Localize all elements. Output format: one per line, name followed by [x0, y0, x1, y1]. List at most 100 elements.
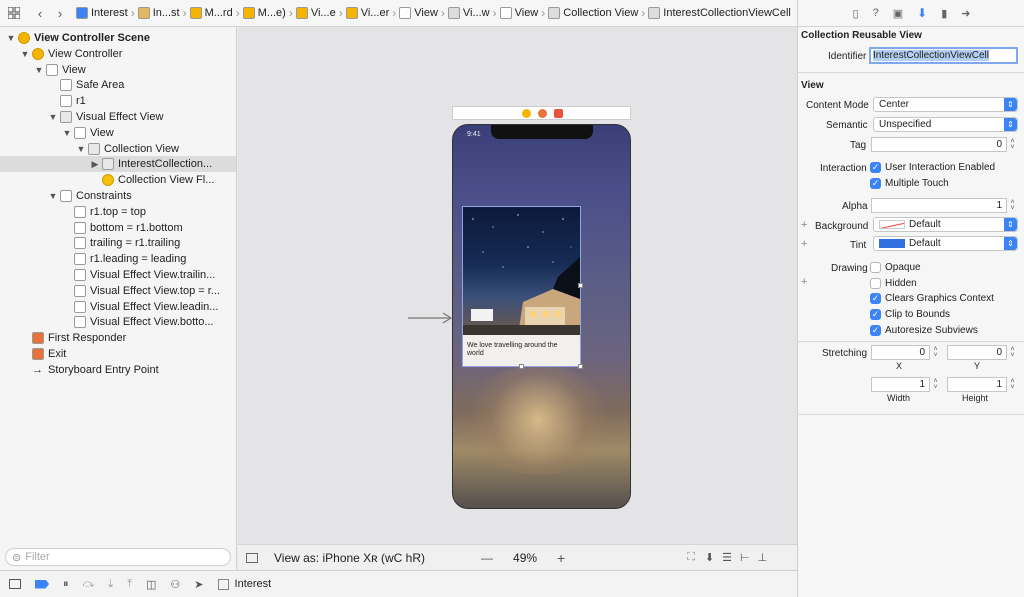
add-constraints-icon[interactable]: ⊥ — [758, 551, 768, 564]
outline-item[interactable]: ▼ View — [0, 125, 236, 141]
file-inspector-icon[interactable]: ▯ — [853, 7, 859, 20]
alpha-stepper[interactable]: ˄ ˅ — [1008, 198, 1017, 213]
stack-icon[interactable]: ☰ — [722, 551, 732, 564]
add-background-variation[interactable]: + — [801, 219, 807, 231]
content-mode-popup[interactable]: Center ⇕ — [873, 97, 1018, 112]
add-hidden-variation[interactable]: + — [801, 276, 807, 288]
outline-item[interactable]: Visual Effect View.top = r... — [0, 283, 236, 299]
outline-item[interactable]: ▼ View Controller — [0, 46, 236, 62]
stretch-height-field[interactable]: 1 — [947, 377, 1007, 392]
update-frames-icon[interactable]: ⛶ — [687, 551, 695, 564]
opaque-checkbox[interactable]: Opaque — [870, 262, 921, 273]
forward-arrow-icon[interactable]: › — [50, 3, 70, 23]
disclosure-triangle-icon[interactable]: ▼ — [62, 128, 72, 138]
outline-item[interactable]: ▼ Collection View — [0, 141, 236, 157]
breadcrumb-item[interactable]: In...st › — [137, 0, 190, 27]
outline-item[interactable]: ▼ Constraints — [0, 188, 236, 204]
hidden-checkbox[interactable]: Hidden — [870, 278, 917, 289]
device-config[interactable]: View as: iPhone Xʀ (wC hR) — [274, 551, 425, 565]
breadcrumb-item[interactable]: View › — [499, 0, 549, 27]
stretch-y-field[interactable]: 0 — [947, 345, 1007, 360]
breadcrumb-item[interactable]: Vi...e › — [295, 0, 346, 27]
stretch-x-stepper[interactable]: ˄ ˅ — [931, 345, 940, 360]
zoom-out-button[interactable]: — — [481, 551, 493, 565]
breadcrumb-item[interactable]: InterestCollectionViewCell — [648, 0, 791, 27]
embed-in-icon[interactable]: ⬇ — [705, 551, 714, 564]
outline-item[interactable]: Visual Effect View.botto... — [0, 314, 236, 330]
tint-popup[interactable]: Default ⇕ — [873, 236, 1018, 251]
disclosure-triangle-icon[interactable]: ▼ — [6, 33, 16, 43]
location-icon[interactable]: ➤ — [194, 578, 203, 591]
resize-handle[interactable] — [578, 364, 583, 369]
stretch-x-field[interactable]: 0 — [871, 345, 930, 360]
pause-icon[interactable]: ⏸ — [63, 578, 69, 591]
stretch-y-stepper[interactable]: ˄ ˅ — [1008, 345, 1017, 360]
step-in-icon[interactable]: ⤓ — [108, 578, 113, 591]
breadcrumb-item[interactable]: View › — [399, 0, 448, 27]
disclosure-triangle-icon[interactable]: ▼ — [20, 49, 30, 59]
breadcrumb-item[interactable]: Collection View › — [548, 0, 648, 27]
autoresize-checkbox[interactable]: ✓ Autoresize Subviews — [870, 325, 978, 336]
clip-to-bounds-checkbox[interactable]: ✓ Clip to Bounds — [870, 309, 950, 320]
disclosure-triangle-icon[interactable]: ▼ — [76, 144, 86, 154]
step-over-icon[interactable]: ⤼ — [83, 578, 95, 591]
outline-item[interactable]: Collection View Fl... — [0, 172, 236, 188]
breadcrumb-item[interactable]: Vi...w › — [447, 0, 500, 27]
first-responder-dock-icon[interactable] — [538, 109, 547, 118]
outline-item[interactable]: ▼ View Controller Scene — [0, 30, 236, 46]
size-inspector-icon[interactable]: ▮ — [941, 7, 947, 20]
zoom-in-button[interactable]: + — [557, 550, 565, 566]
stretch-width-stepper[interactable]: ˄ ˅ — [931, 377, 940, 392]
outline-item[interactable]: Safe Area — [0, 77, 236, 93]
tag-stepper[interactable]: ˄ ˅ — [1008, 137, 1017, 152]
outline-item[interactable]: r1 — [0, 93, 236, 109]
grid-icon[interactable] — [4, 3, 24, 23]
breadcrumb-item[interactable]: Vi...er › — [345, 0, 400, 27]
filter-field[interactable]: ⊜ Filter — [5, 548, 231, 566]
collection-view-cell[interactable]: We love travelling around the world — [462, 206, 581, 367]
resize-handle[interactable] — [519, 364, 524, 369]
outline-item[interactable]: → Storyboard Entry Point — [0, 362, 236, 378]
semantic-popup[interactable]: Unspecified ⇕ — [873, 117, 1018, 132]
disclosure-triangle-icon[interactable]: ▼ — [34, 65, 44, 75]
stretch-width-field[interactable]: 1 — [871, 377, 930, 392]
memory-graph-icon[interactable]: ⚇ — [170, 578, 180, 591]
breakpoint-icon[interactable] — [35, 579, 49, 589]
multiple-touch-checkbox[interactable]: ✓ Multiple Touch — [870, 178, 949, 189]
tag-field[interactable]: 0 — [871, 137, 1007, 152]
identity-inspector-icon[interactable]: ▣ — [893, 7, 903, 20]
disclosure-triangle-icon[interactable]: ▼ — [48, 191, 58, 201]
view-debugger-icon[interactable]: ◫ — [146, 578, 156, 591]
breadcrumb-item[interactable]: Interest › — [76, 0, 138, 27]
help-inspector-icon[interactable]: ? — [873, 7, 879, 19]
attributes-inspector-icon[interactable]: ⬇ — [917, 6, 927, 20]
back-arrow-icon[interactable]: ‹ — [30, 3, 50, 23]
hide-debug-icon[interactable] — [9, 579, 21, 589]
breadcrumb-item[interactable]: M...e) › — [242, 0, 296, 27]
align-icon[interactable]: ⊢ — [740, 551, 750, 564]
outline-item[interactable]: ▶ InterestCollection... — [0, 156, 236, 173]
outline-item[interactable]: Visual Effect View.leadin... — [0, 299, 236, 315]
resize-handle[interactable] — [578, 283, 583, 288]
user-interaction-checkbox[interactable]: ✓ User Interaction Enabled — [870, 162, 995, 173]
entry-point-arrow[interactable] — [408, 311, 454, 325]
identifier-field[interactable]: InterestCollectionViewCell — [869, 47, 1018, 64]
disclosure-triangle-icon[interactable]: ▶ — [90, 159, 100, 170]
outline-item[interactable]: Visual Effect View.trailin... — [0, 267, 236, 283]
outline-item[interactable]: r1.top = top — [0, 204, 236, 220]
disclosure-triangle-icon[interactable]: ▼ — [48, 112, 58, 122]
outline-item[interactable]: First Responder — [0, 330, 236, 346]
clears-graphics-checkbox[interactable]: ✓ Clears Graphics Context — [870, 293, 994, 304]
background-popup[interactable]: Default ⇕ — [873, 217, 1018, 232]
sidebar-toggle-icon[interactable] — [246, 552, 258, 563]
alpha-field[interactable]: 1 — [871, 198, 1007, 213]
outline-item[interactable]: r1.leading = leading — [0, 251, 236, 267]
outline-item[interactable]: Exit — [0, 346, 236, 362]
add-tint-variation[interactable]: + — [801, 238, 807, 250]
connections-inspector-icon[interactable]: ➜ — [961, 7, 970, 20]
outline-item[interactable]: ▼ Visual Effect View — [0, 109, 236, 125]
storyboard-canvas[interactable]: 9:41 We love travelling around the world — [238, 27, 797, 544]
outline-item[interactable]: bottom = r1.bottom — [0, 220, 236, 236]
step-out-icon[interactable]: ⤒ — [127, 578, 132, 591]
view-controller-dock-icon[interactable] — [522, 109, 531, 118]
